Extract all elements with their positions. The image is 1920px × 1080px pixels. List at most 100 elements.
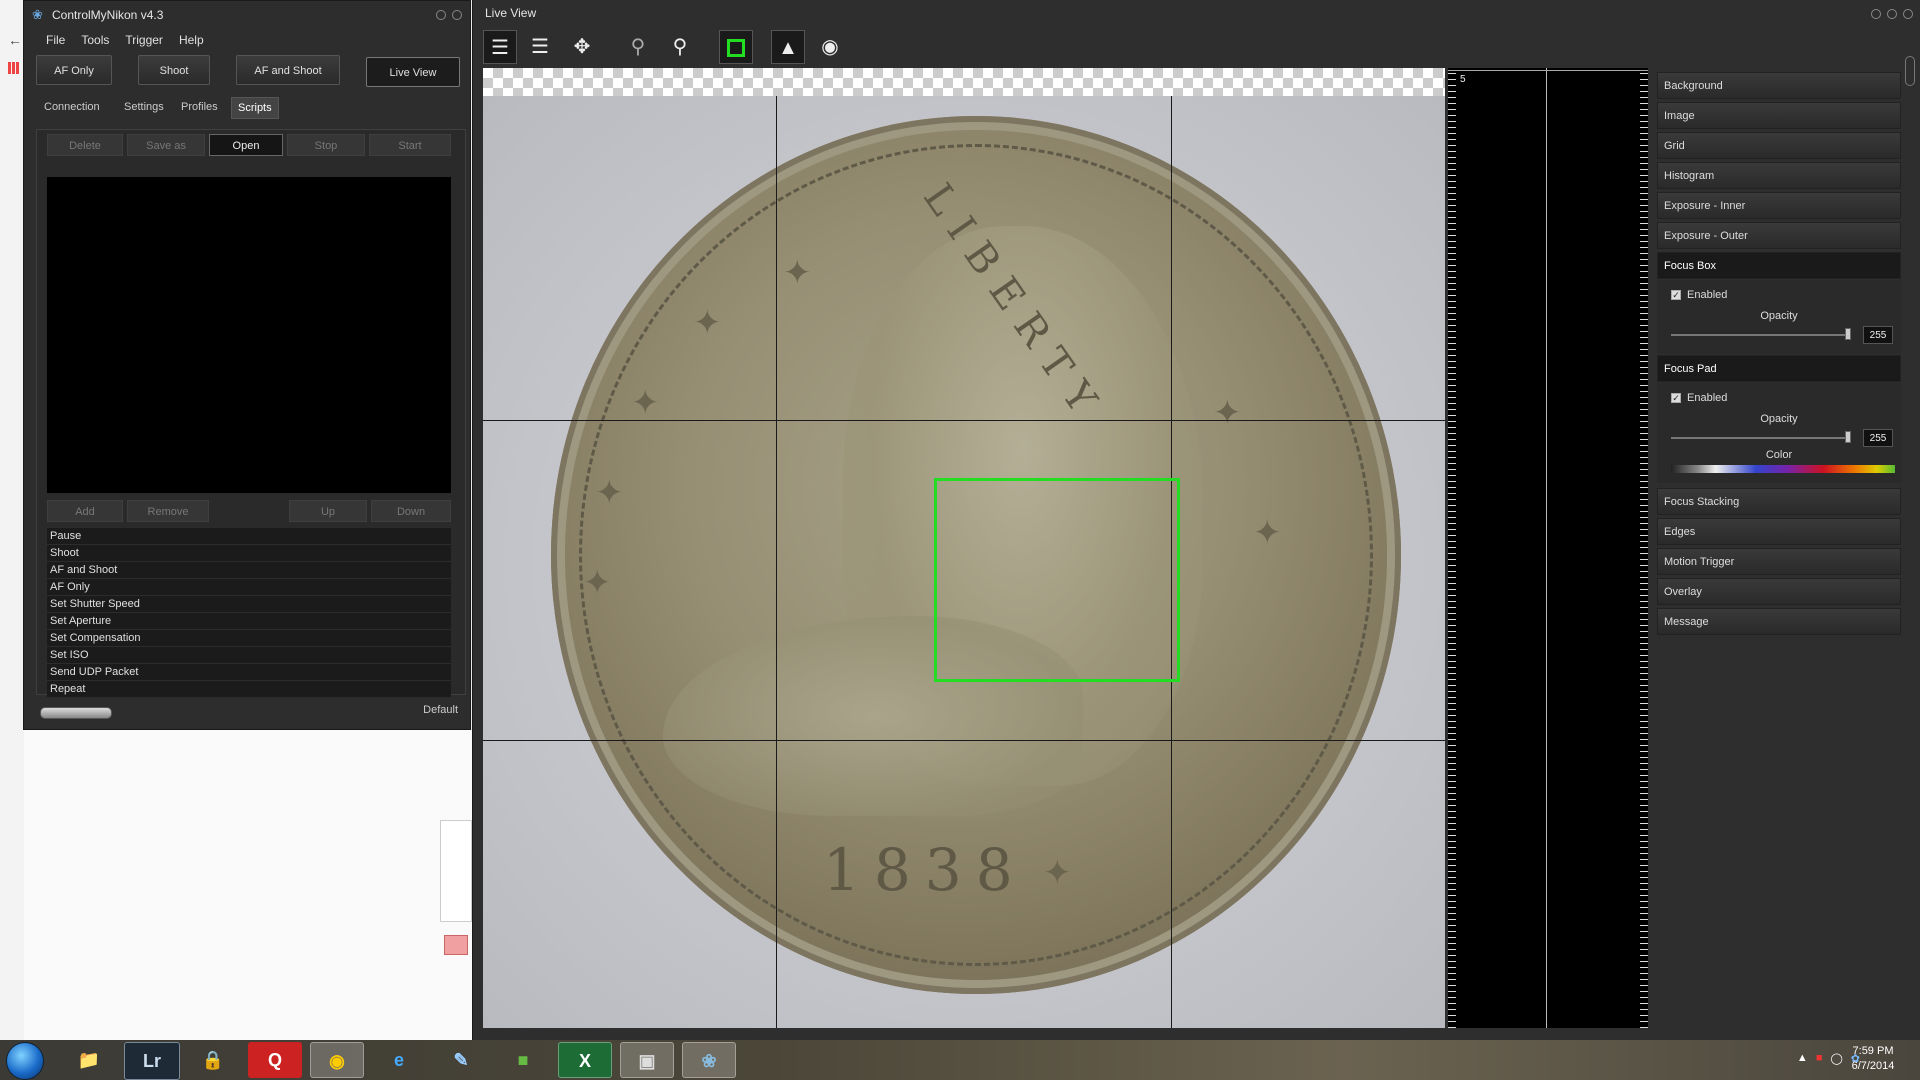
- script-editor[interactable]: [47, 177, 451, 493]
- delete-button[interactable]: Delete: [47, 134, 123, 156]
- tab-profiles[interactable]: Profiles: [175, 97, 224, 117]
- back-arrow-icon[interactable]: ←: [8, 32, 22, 48]
- af-and-shoot-button[interactable]: AF and Shoot: [236, 55, 340, 85]
- section-overlay[interactable]: Overlay: [1657, 578, 1901, 605]
- minecraft-icon[interactable]: ■: [496, 1042, 550, 1078]
- internet-explorer-icon[interactable]: e: [372, 1042, 426, 1078]
- start-button[interactable]: Start: [369, 134, 451, 156]
- list-item[interactable]: Set Aperture: [47, 613, 451, 630]
- close-icon[interactable]: [1903, 9, 1913, 19]
- horizontal-lines-icon[interactable]: ☰: [523, 30, 557, 64]
- list-item[interactable]: Pause: [47, 528, 451, 545]
- add-button[interactable]: Add: [47, 500, 123, 522]
- list-item[interactable]: Send UDP Packet: [47, 664, 451, 681]
- camera-icon[interactable]: ▣: [620, 1042, 674, 1078]
- focus-box-opacity-slider[interactable]: [1671, 334, 1851, 336]
- focus-pad-enabled-label: Enabled: [1687, 392, 1728, 404]
- list-item[interactable]: Set Compensation: [47, 630, 451, 647]
- focus-box-enabled-checkbox[interactable]: ✓: [1671, 290, 1681, 300]
- minimize-icon[interactable]: [436, 10, 446, 20]
- tab-settings[interactable]: Settings: [118, 97, 170, 117]
- section-edges[interactable]: Edges: [1657, 518, 1901, 545]
- section-image[interactable]: Image: [1657, 102, 1901, 129]
- browser-thumbnail[interactable]: [440, 820, 472, 922]
- lock-icon[interactable]: 🔒: [186, 1042, 240, 1078]
- clock-time: 7:59 PM: [1852, 1045, 1894, 1057]
- menu-file[interactable]: File: [38, 29, 73, 51]
- focus-box-opacity-thumb[interactable]: [1845, 328, 1851, 340]
- remove-button[interactable]: Remove: [127, 500, 209, 522]
- tab-connection[interactable]: Connection: [38, 97, 106, 117]
- open-button[interactable]: Open: [209, 134, 283, 156]
- browser-thumbnail-icon[interactable]: [444, 935, 468, 955]
- minimize-icon[interactable]: [1871, 9, 1881, 19]
- shoot-button[interactable]: Shoot: [138, 55, 210, 85]
- list-item[interactable]: Shoot: [47, 545, 451, 562]
- focus-box-icon[interactable]: [719, 30, 753, 64]
- focus-pad-opacity-thumb[interactable]: [1845, 431, 1851, 443]
- stop-button[interactable]: Stop: [287, 134, 365, 156]
- tray-app-icon[interactable]: ■: [1816, 1052, 1823, 1065]
- zoom-in-icon[interactable]: ⚲: [663, 30, 697, 64]
- focus-box-opacity-value[interactable]: 255: [1863, 326, 1893, 344]
- coin-star: ✦: [693, 304, 722, 342]
- focus-pad-enabled-checkbox[interactable]: ✓: [1671, 393, 1681, 403]
- section-exposure-outer[interactable]: Exposure - Outer: [1657, 222, 1901, 249]
- section-focus-pad[interactable]: Focus Pad: [1657, 355, 1901, 382]
- focus-pad-color-picker[interactable]: [1671, 465, 1895, 473]
- live-view-button[interactable]: Live View: [366, 57, 460, 87]
- chrome-icon[interactable]: ◉: [310, 1042, 364, 1078]
- tab-scripts[interactable]: Scripts: [231, 97, 279, 119]
- snapshot-icon[interactable]: ▲: [771, 30, 805, 64]
- apps-grid-icon[interactable]: [8, 62, 20, 74]
- clock[interactable]: 7:59 PM 6/7/2014: [1838, 1044, 1908, 1074]
- live-view-image[interactable]: ✦ ✦ ✦ ✦ ✦ ✦ ✦ ✦ LIBERTY 1838: [483, 68, 1445, 1028]
- menu-help[interactable]: Help: [171, 29, 212, 51]
- section-focus-stacking[interactable]: Focus Stacking: [1657, 488, 1901, 515]
- focus-box-opacity-label: Opacity: [1760, 310, 1798, 322]
- focus-pad-opacity-label: Opacity: [1760, 413, 1798, 425]
- down-button[interactable]: Down: [371, 500, 451, 522]
- focus-pad-opacity-value[interactable]: 255: [1863, 429, 1893, 447]
- coin-star: ✦: [595, 474, 624, 512]
- controlmynikon-taskbar-icon[interactable]: ❀: [682, 1042, 736, 1078]
- focus-pad-opacity-slider[interactable]: [1671, 437, 1851, 439]
- coin-star: ✦: [631, 384, 660, 422]
- maximize-icon[interactable]: [1887, 9, 1897, 19]
- section-motion-trigger[interactable]: Motion Trigger: [1657, 548, 1901, 575]
- list-item[interactable]: Repeat: [47, 681, 451, 698]
- quicken-icon[interactable]: Q: [248, 1042, 302, 1078]
- list-item[interactable]: AF and Shoot: [47, 562, 451, 579]
- af-only-button[interactable]: AF Only: [36, 55, 112, 85]
- up-button[interactable]: Up: [289, 500, 367, 522]
- section-focus-box[interactable]: Focus Box: [1657, 252, 1901, 279]
- list-item[interactable]: Set Shutter Speed: [47, 596, 451, 613]
- title-bar[interactable]: ❀ ControlMyNikon v4.3: [24, 1, 470, 29]
- explorer-icon[interactable]: 📁: [62, 1042, 116, 1078]
- menu-tools[interactable]: Tools: [73, 29, 117, 51]
- lightroom-icon[interactable]: Lr: [124, 1042, 180, 1080]
- vertical-bars-icon[interactable]: ☰: [483, 30, 517, 64]
- excel-icon[interactable]: X: [558, 1042, 612, 1078]
- record-icon[interactable]: ◉: [813, 30, 847, 64]
- close-icon[interactable]: [452, 10, 462, 20]
- list-item[interactable]: AF Only: [47, 579, 451, 596]
- live-view-title-bar[interactable]: Live View: [473, 0, 1920, 26]
- notepad-icon[interactable]: ✎: [434, 1042, 488, 1078]
- move-icon[interactable]: ✥: [565, 30, 599, 64]
- section-message[interactable]: Message: [1657, 608, 1901, 635]
- section-grid[interactable]: Grid: [1657, 132, 1901, 159]
- show-hidden-icon[interactable]: ▲: [1797, 1052, 1808, 1065]
- zoom-out-icon[interactable]: ⚲: [621, 30, 655, 64]
- status-scroll-pill[interactable]: [40, 707, 112, 719]
- list-item[interactable]: Set ISO: [47, 647, 451, 664]
- save-as-button[interactable]: Save as: [127, 134, 205, 156]
- toolbar-scroll-handle[interactable]: [1905, 56, 1915, 86]
- menu-trigger[interactable]: Trigger: [117, 29, 171, 51]
- start-button[interactable]: [6, 1042, 44, 1080]
- focus-box[interactable]: [934, 478, 1180, 682]
- section-histogram[interactable]: Histogram: [1657, 162, 1901, 189]
- profile-status: Default: [423, 704, 458, 716]
- section-background[interactable]: Background: [1657, 72, 1901, 99]
- section-exposure-inner[interactable]: Exposure - Inner: [1657, 192, 1901, 219]
